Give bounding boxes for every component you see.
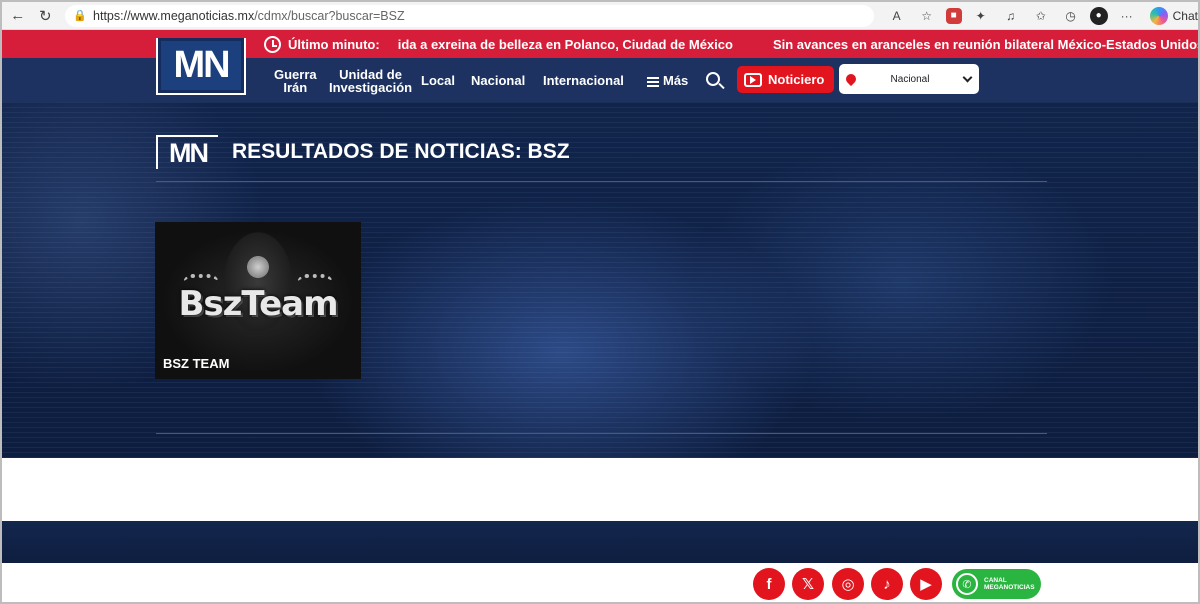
region-select[interactable]: Nacional bbox=[839, 64, 979, 94]
whatsapp-line: CANAL bbox=[984, 577, 1007, 584]
extensions-puzzle-icon[interactable]: ✦ bbox=[970, 5, 992, 27]
nav-item-label: Investigación bbox=[329, 80, 413, 95]
menu-icon bbox=[647, 76, 659, 87]
nav-item-nacional[interactable]: Nacional bbox=[471, 74, 525, 87]
play-icon bbox=[744, 72, 762, 87]
page-title: RESULTADOS DE NOTICIAS: BSZ bbox=[232, 140, 570, 163]
divider bbox=[156, 433, 1047, 434]
ad-space bbox=[2, 458, 1198, 521]
breaking-item[interactable]: ida a exreina de belleza en Polanco, Ciu… bbox=[398, 37, 733, 52]
nav-item-unidad-investigacion[interactable]: Unidad de Investigación bbox=[329, 68, 412, 94]
instagram-icon[interactable]: ◎ bbox=[832, 568, 864, 600]
read-aloud-icon[interactable]: A bbox=[886, 5, 908, 27]
reload-icon[interactable]: ↻ bbox=[34, 4, 58, 28]
nav-item-label: Irán bbox=[283, 80, 308, 95]
whatsapp-line: MEGANOTICIAS bbox=[984, 584, 1035, 591]
profile-avatar[interactable]: ● bbox=[1089, 6, 1108, 25]
card-image-text: BszTeam bbox=[178, 284, 338, 324]
results-section: MN RESULTADOS DE NOTICIAS: BSZ BszTeam B… bbox=[2, 102, 1198, 458]
address-bar[interactable]: 🔒 https://www.meganoticias.mx/cdmx/busca… bbox=[65, 4, 874, 27]
nav-item-guerra-iran[interactable]: Guerra Irán bbox=[274, 68, 317, 94]
site-logo[interactable]: MN bbox=[156, 38, 246, 95]
favorite-star-icon[interactable]: ☆ bbox=[916, 5, 938, 27]
results-header: MN RESULTADOS DE NOTICIAS: BSZ bbox=[156, 135, 570, 169]
browser-window: ← ↻ 🔒 https://www.meganoticias.mx/cdmx/b… bbox=[0, 0, 1200, 604]
clock-icon bbox=[264, 35, 281, 53]
region-value: Nacional bbox=[890, 73, 930, 85]
youtube-icon[interactable]: ▶ bbox=[910, 568, 942, 600]
result-card[interactable]: BszTeam BSZ TEAM bbox=[155, 222, 361, 379]
nav-item-local[interactable]: Local bbox=[421, 74, 455, 87]
card-title[interactable]: BSZ TEAM bbox=[163, 356, 229, 371]
whatsapp-label: CANAL MEGANOTICIAS bbox=[984, 577, 1035, 591]
toolbar-icons: A ☆ ■ ✦ ♫ ✩ ◷ ● ··· Chat bbox=[886, 5, 1198, 27]
history-icon[interactable]: ◷ bbox=[1060, 5, 1082, 27]
whatsapp-icon: ✆ bbox=[956, 573, 978, 595]
search-icon[interactable] bbox=[706, 72, 720, 86]
breaking-item[interactable]: Sin avances en aranceles en reunión bila… bbox=[773, 37, 1198, 52]
section-badge: MN bbox=[156, 135, 218, 169]
whatsapp-channel-button[interactable]: ✆ CANAL MEGANOTICIAS bbox=[952, 569, 1041, 599]
favorites-icon[interactable]: ✩ bbox=[1030, 5, 1052, 27]
nav-item-label: Más bbox=[663, 73, 689, 88]
chevron-down-icon bbox=[962, 72, 973, 83]
lower-background bbox=[2, 521, 1198, 563]
tiktok-icon[interactable]: ♪ bbox=[871, 568, 903, 600]
media-icon[interactable]: ♫ bbox=[1000, 5, 1022, 27]
copilot-icon bbox=[1149, 6, 1168, 25]
url-host: https://www.meganoticias.mx bbox=[93, 8, 255, 23]
back-icon[interactable]: ← bbox=[6, 4, 30, 28]
breaking-label: Último minuto: bbox=[288, 36, 380, 52]
nav-item-internacional[interactable]: Internacional bbox=[543, 74, 624, 87]
url-path: /cdmx/buscar?buscar=BSZ bbox=[254, 8, 405, 23]
browser-toolbar: ← ↻ 🔒 https://www.meganoticias.mx/cdmx/b… bbox=[2, 2, 1198, 30]
noticiero-label: Noticiero bbox=[768, 72, 825, 87]
more-options-icon[interactable]: ··· bbox=[1116, 5, 1138, 27]
copilot-chat-button[interactable]: Chat bbox=[1149, 6, 1198, 25]
extension-icon[interactable]: ■ bbox=[945, 7, 962, 24]
nav-item-mas[interactable]: Más bbox=[647, 74, 688, 87]
lock-icon[interactable]: 🔒 bbox=[73, 9, 87, 23]
x-icon[interactable]: 𝕏 bbox=[792, 568, 824, 600]
chat-label: Chat bbox=[1172, 8, 1198, 23]
divider bbox=[156, 181, 1047, 182]
facebook-icon[interactable]: f bbox=[753, 568, 785, 600]
noticiero-button[interactable]: Noticiero bbox=[737, 66, 834, 93]
